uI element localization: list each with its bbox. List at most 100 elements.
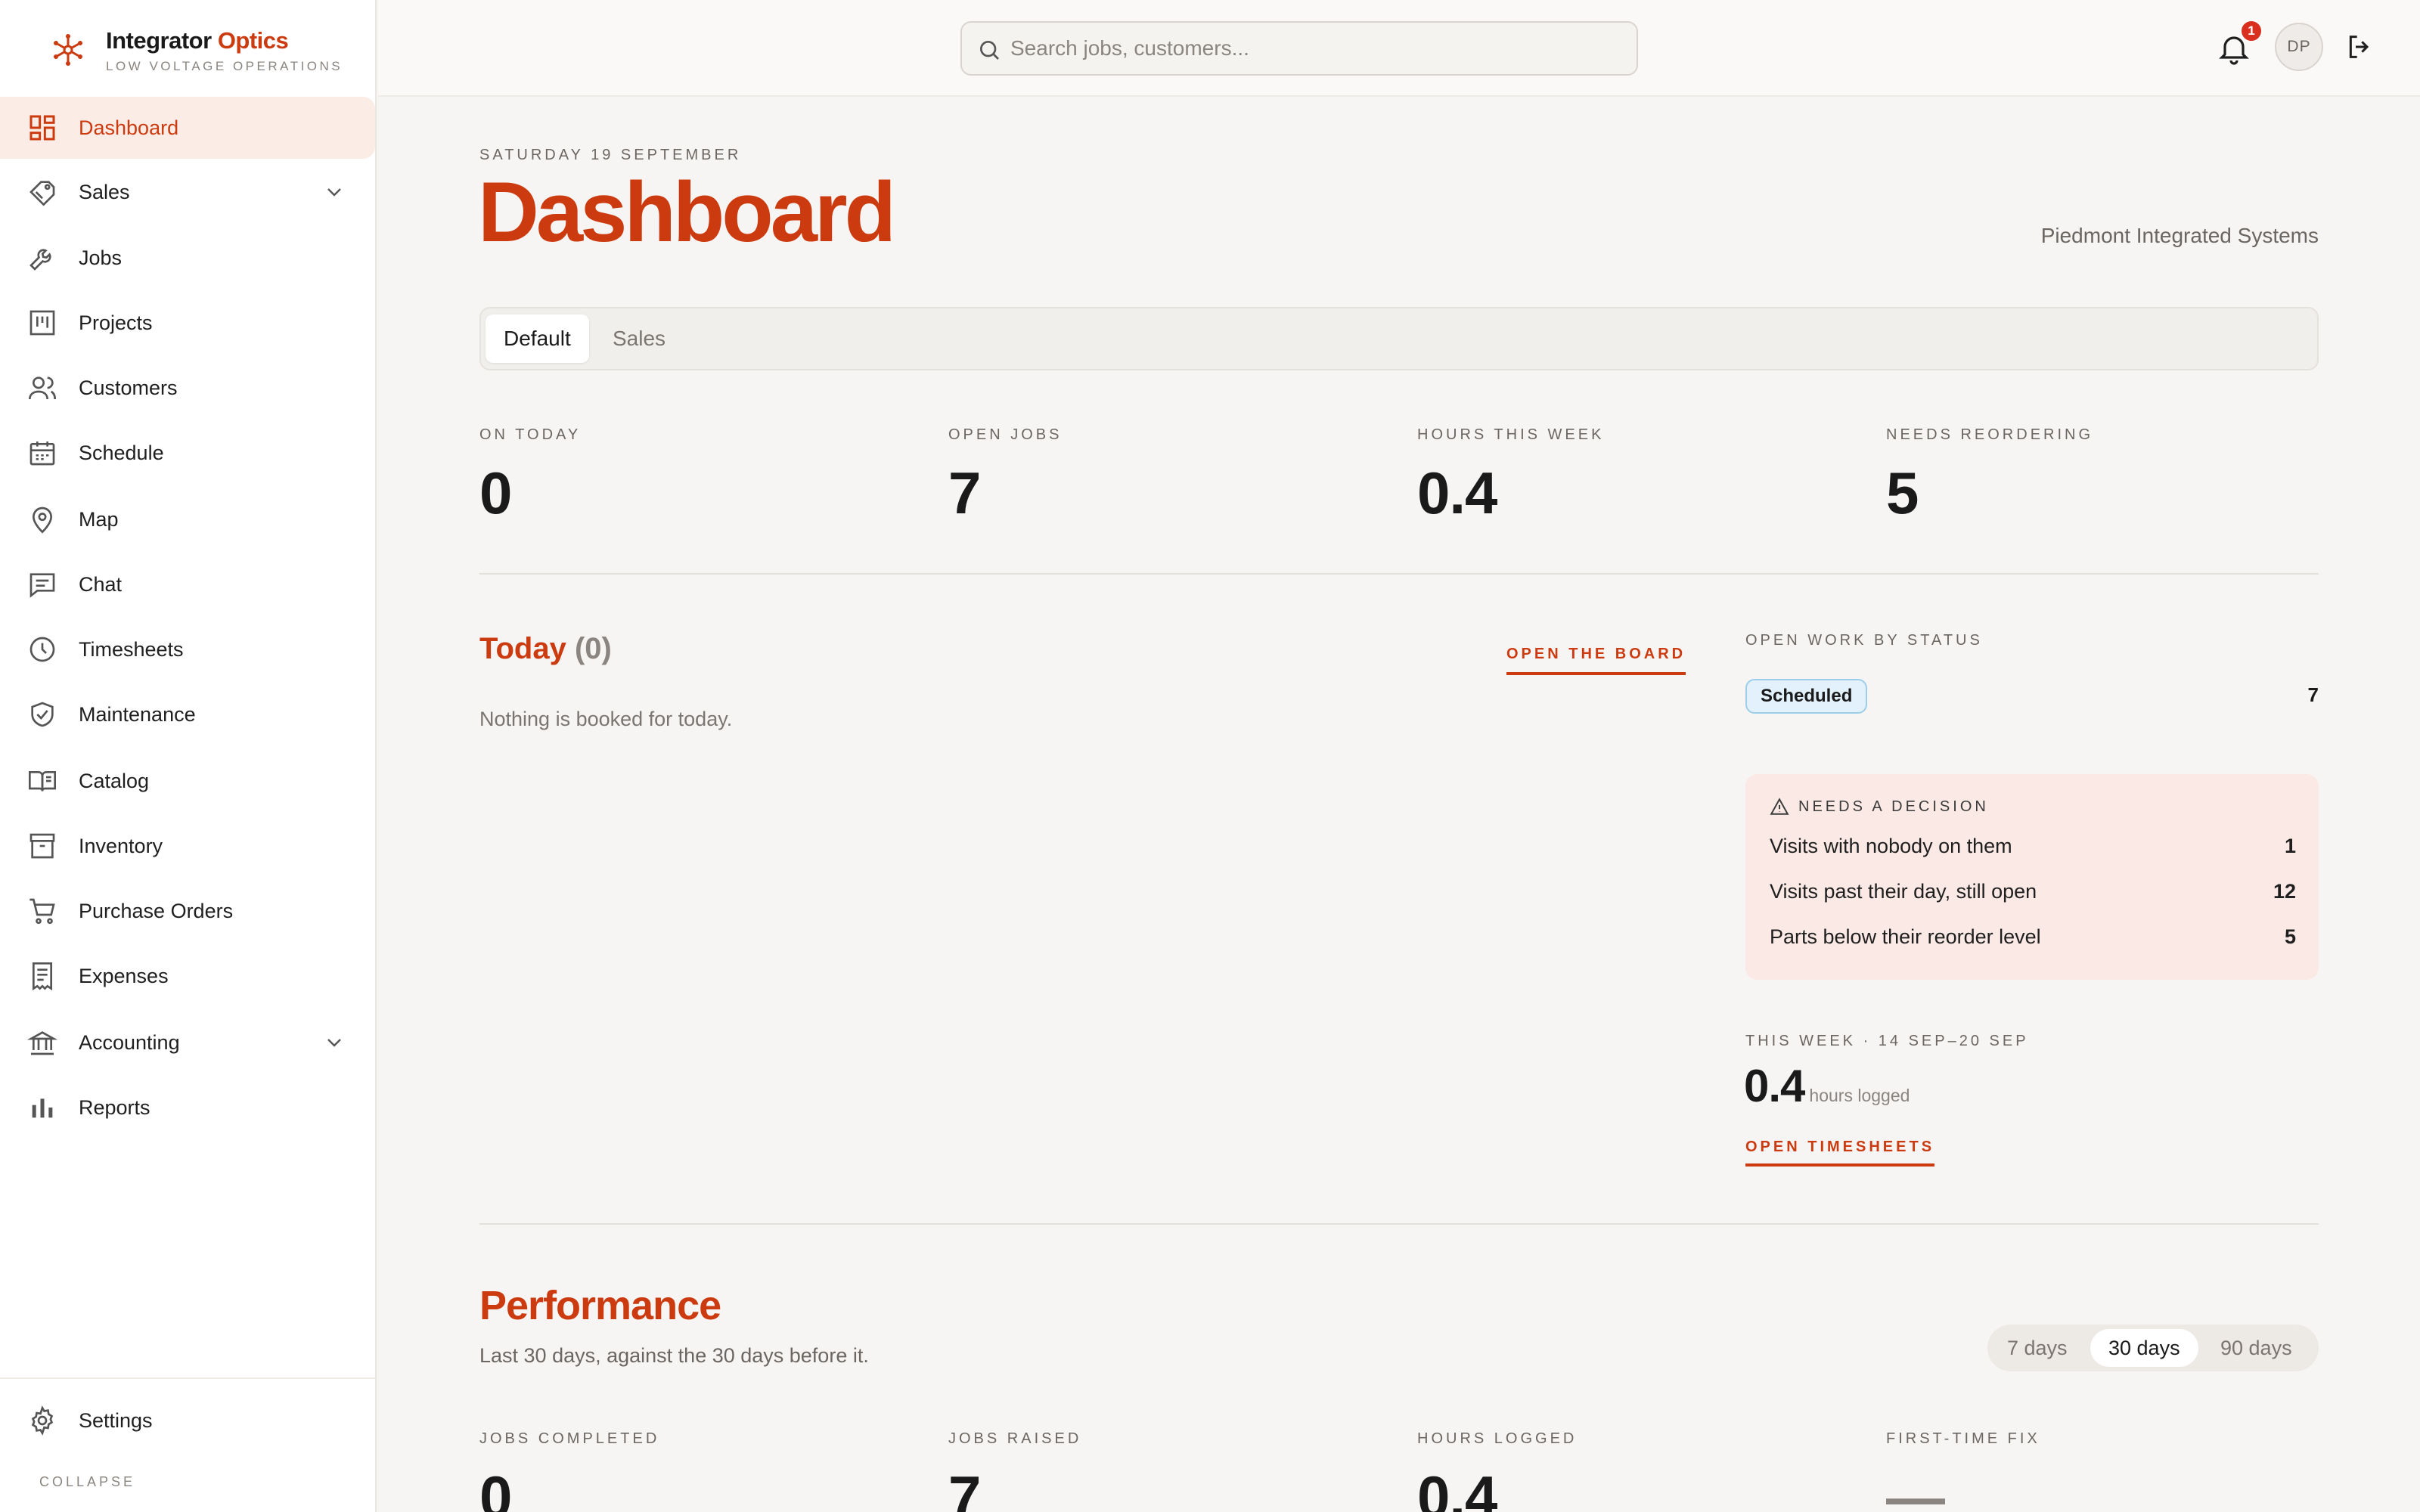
book-icon <box>26 764 59 798</box>
gear-icon <box>26 1404 59 1437</box>
sidebar-item-label: Sales <box>79 180 130 203</box>
decision-row[interactable]: Parts below their reorder level 5 <box>1770 925 2296 949</box>
range-90-days[interactable]: 90 days <box>2202 1329 2310 1367</box>
brand-tagline: LOW VOLTAGE OPERATIONS <box>106 59 343 73</box>
sidebar-item-label: Chat <box>79 572 123 596</box>
needs-decision-heading: NEEDS A DECISION <box>1770 797 1989 816</box>
map-pin-icon <box>26 503 59 536</box>
stat-label: ON TODAY <box>479 426 582 443</box>
perf-stat-hours-logged: HOURS LOGGED 0.4 <box>1417 1430 1871 1512</box>
range-7-days[interactable]: 7 days <box>1989 1329 2086 1367</box>
today-count: (0) <box>574 632 612 665</box>
sidebar-item-label: Projects <box>79 311 153 334</box>
archive-icon <box>26 829 59 863</box>
wrench-icon <box>26 241 59 274</box>
sidebar-item-label: Map <box>79 507 119 531</box>
stat-needs-reordering: NEEDS REORDERING 5 <box>1886 426 2340 528</box>
sidebar-item-label: Purchase Orders <box>79 899 234 922</box>
sidebar-item-timesheets[interactable]: Timesheets <box>0 618 377 680</box>
sidebar-item-label: Customers <box>79 376 178 399</box>
chat-icon <box>26 568 59 601</box>
receipt-icon <box>26 959 59 993</box>
stat-value: 7 <box>948 1464 981 1512</box>
today-empty-message: Nothing is booked for today. <box>479 708 733 730</box>
stat-label: NEEDS REORDERING <box>1886 426 2094 443</box>
this-week-label: THIS WEEK · 14 SEP–20 SEP <box>1745 1033 2029 1049</box>
tab-sales[interactable]: Sales <box>594 314 684 363</box>
dashboard-tabs: Default Sales <box>479 307 2319 370</box>
stat-value: 5 <box>1886 460 1919 526</box>
status-badge-scheduled[interactable]: Scheduled <box>1745 679 1868 714</box>
stat-value: 7 <box>948 460 981 526</box>
company-name: Piedmont Integrated Systems <box>2040 224 2319 247</box>
sidebar-item-label: Expenses <box>79 964 169 987</box>
sidebar-divider <box>0 1377 375 1379</box>
sidebar-item-label: Timesheets <box>79 637 184 661</box>
sidebar-item-label: Reports <box>79 1095 150 1119</box>
sidebar-item-label: Settings <box>79 1408 153 1432</box>
perf-stat-jobs-raised: JOBS RAISED 7 <box>948 1430 1402 1512</box>
stat-label: JOBS COMPLETED <box>479 1430 660 1447</box>
stat-label: FIRST-TIME FIX <box>1886 1430 2040 1447</box>
section-divider <box>479 1223 2319 1225</box>
chevron-down-icon[interactable] <box>322 180 346 204</box>
performance-subtitle: Last 30 days, against the 30 days before… <box>479 1344 869 1367</box>
user-avatar[interactable]: DP <box>2275 23 2323 71</box>
search-input[interactable] <box>1010 32 1615 65</box>
sidebar-item-inventory[interactable]: Inventory <box>0 815 377 877</box>
open-work-label: OPEN WORK BY STATUS <box>1745 632 1983 649</box>
range-30-days[interactable]: 30 days <box>2090 1329 2198 1367</box>
current-date: SATURDAY 19 SEPTEMBER <box>479 147 742 163</box>
week-hours-value: 0.4 hours logged <box>1744 1061 1910 1111</box>
sidebar-item-schedule[interactable]: Schedule <box>0 422 377 484</box>
sidebar-item-label: Dashboard <box>79 116 179 139</box>
perf-stat-jobs-completed: JOBS COMPLETED 0 <box>479 1430 933 1512</box>
decision-row[interactable]: Visits past their day, still open 12 <box>1770 880 2296 903</box>
stat-open-jobs: OPEN JOBS 7 <box>948 426 1402 528</box>
stat-value: 0 <box>479 460 512 526</box>
week-hours-unit: hours logged <box>1809 1086 1910 1105</box>
brand-name: Integrator Optics <box>106 27 289 54</box>
sidebar-item-jobs[interactable]: Jobs <box>0 227 377 289</box>
decision-row[interactable]: Visits with nobody on them 1 <box>1770 835 2296 858</box>
sidebar-item-label: Accounting <box>79 1030 180 1054</box>
sidebar-item-label: Inventory <box>79 834 163 857</box>
range-selector: 7 days 30 days 90 days <box>1987 1325 2319 1371</box>
needs-decision-panel: NEEDS A DECISION Visits with nobody on t… <box>1745 774 2319 980</box>
sidebar-item-reports[interactable]: Reports <box>0 1077 377 1139</box>
sidebar-item-dashboard[interactable]: Dashboard <box>0 97 377 159</box>
logout-icon[interactable] <box>2344 32 2375 62</box>
stat-label: HOURS THIS WEEK <box>1417 426 1605 443</box>
sidebar-item-projects[interactable]: Projects <box>0 292 377 354</box>
sidebar-item-maintenance[interactable]: Maintenance <box>0 683 377 745</box>
sidebar-item-expenses[interactable]: Expenses <box>0 945 377 1007</box>
bank-icon <box>26 1026 59 1059</box>
notification-badge: 1 <box>2240 20 2263 42</box>
sidebar-item-map[interactable]: Map <box>0 488 377 550</box>
section-divider <box>479 573 2319 575</box>
calendar-icon <box>26 436 59 469</box>
tab-default[interactable]: Default <box>486 314 589 363</box>
search-box <box>960 21 1638 76</box>
sidebar: Integrator Optics LOW VOLTAGE OPERATIONS… <box>0 0 377 1512</box>
cart-icon <box>26 894 59 928</box>
tag-icon <box>26 175 59 209</box>
sidebar-item-label: Catalog <box>79 769 150 792</box>
stat-value: — <box>1886 1464 1945 1512</box>
sidebar-item-chat[interactable]: Chat <box>0 553 377 615</box>
search-icon <box>980 41 999 60</box>
open-board-link[interactable]: OPEN THE BOARD <box>1506 646 1686 675</box>
perf-stat-first-time-fix: FIRST-TIME FIX — <box>1886 1430 2340 1512</box>
sidebar-item-accounting[interactable]: Accounting <box>0 1012 377 1074</box>
sidebar-item-sales[interactable]: Sales <box>0 161 377 223</box>
sidebar-item-catalog[interactable]: Catalog <box>0 750 377 812</box>
dashboard-icon <box>26 111 59 144</box>
sidebar-item-settings[interactable]: Settings <box>0 1390 377 1452</box>
status-count: 7 <box>2307 683 2319 706</box>
open-timesheets-link[interactable]: OPEN TIMESHEETS <box>1745 1139 1935 1167</box>
sidebar-item-purchase-orders[interactable]: Purchase Orders <box>0 880 377 942</box>
shield-check-icon <box>26 698 59 731</box>
collapse-sidebar-button[interactable]: COLLAPSE <box>39 1474 135 1490</box>
chevron-down-icon[interactable] <box>322 1030 346 1055</box>
sidebar-item-customers[interactable]: Customers <box>0 357 377 419</box>
